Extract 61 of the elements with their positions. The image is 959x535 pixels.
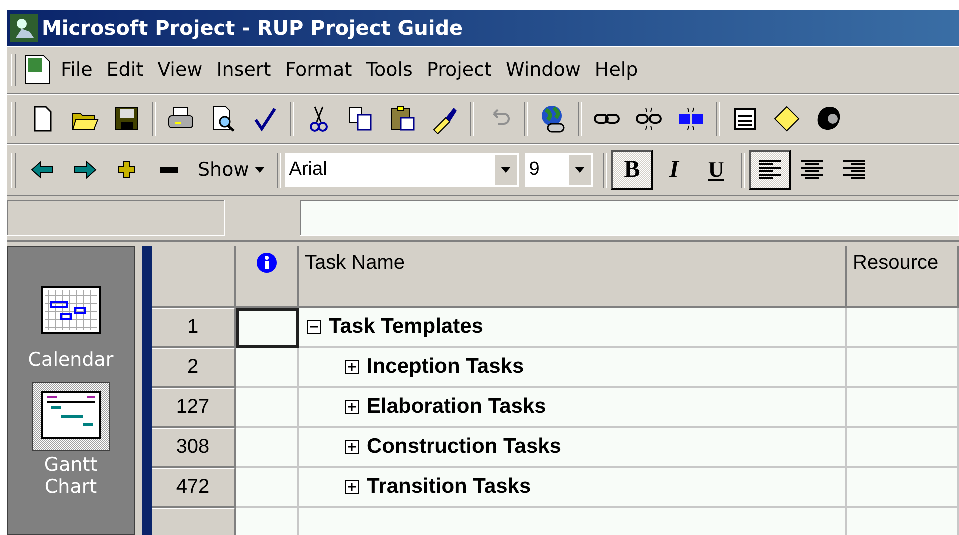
task-name: Construction Tasks xyxy=(367,435,562,459)
show-button[interactable]: Show xyxy=(190,159,274,181)
column-header[interactable]: Task Name xyxy=(299,246,847,308)
task-name-cell[interactable]: Construction Tasks xyxy=(299,428,847,468)
menu-item[interactable]: Insert xyxy=(210,59,278,81)
expand-icon[interactable] xyxy=(345,440,359,454)
indicator-cell[interactable] xyxy=(236,348,299,388)
collapse-icon[interactable] xyxy=(307,320,321,334)
task-name: Inception Tasks xyxy=(367,355,524,379)
resource-cell[interactable] xyxy=(847,428,959,468)
dropdown-arrow-icon xyxy=(501,167,512,173)
view-bar-item[interactable]: Calendar xyxy=(26,277,116,372)
row-number[interactable]: 308 xyxy=(152,428,236,468)
task-name: Elaboration Tasks xyxy=(367,395,546,419)
column-header[interactable]: Resource xyxy=(847,246,959,308)
menu-item[interactable]: View xyxy=(150,59,210,81)
font-field[interactable]: Arial xyxy=(285,153,520,187)
indicator-cell[interactable] xyxy=(236,468,299,508)
menu-item[interactable]: File xyxy=(54,59,100,81)
resource-cell[interactable] xyxy=(847,308,959,348)
expand-icon[interactable] xyxy=(345,480,359,494)
menu-item[interactable]: Tools xyxy=(359,59,420,81)
italic-button[interactable]: I xyxy=(653,150,696,190)
align-left-button[interactable] xyxy=(749,150,792,190)
row-number[interactable]: 127 xyxy=(152,388,236,428)
row-number[interactable]: 1 xyxy=(152,308,236,348)
indicator-cell[interactable] xyxy=(236,388,299,428)
minus-icon xyxy=(160,167,178,173)
calendar-icon xyxy=(41,286,101,334)
font-size-field[interactable]: 9 xyxy=(525,153,594,187)
menu-item[interactable]: Edit xyxy=(100,59,151,81)
expand-icon[interactable] xyxy=(345,360,359,374)
name-box[interactable] xyxy=(7,200,225,236)
task-name-cell[interactable]: Elaboration Tasks xyxy=(299,388,847,428)
indicator-cell[interactable] xyxy=(236,308,299,348)
menu-item[interactable]: Window xyxy=(498,59,588,81)
row-number[interactable]: 2 xyxy=(152,348,236,388)
gantt-chart-icon xyxy=(41,390,101,439)
task-name-cell[interactable]: Transition Tasks xyxy=(299,468,847,508)
row-number[interactable]: 472 xyxy=(152,468,236,508)
task-name-cell[interactable]: Task Templates xyxy=(299,308,847,348)
resource-cell[interactable] xyxy=(847,348,959,388)
column-header[interactable] xyxy=(236,246,299,308)
bold-button[interactable]: B xyxy=(611,150,654,190)
underline-button[interactable]: U xyxy=(695,150,738,190)
entry-field[interactable] xyxy=(300,200,959,236)
dropdown-arrow-icon xyxy=(255,167,266,173)
menu-item[interactable]: Format xyxy=(278,59,360,81)
resource-cell[interactable] xyxy=(847,468,959,508)
indicator-cell[interactable] xyxy=(236,428,299,468)
menu-item[interactable]: Project xyxy=(420,59,499,81)
dropdown-arrow-icon xyxy=(575,167,586,173)
task-name: Transition Tasks xyxy=(367,475,532,499)
menu-item[interactable]: Help xyxy=(588,59,646,81)
app-icon xyxy=(10,14,38,42)
window-title: Microsoft Project - RUP Project Guide xyxy=(42,16,464,40)
resource-cell[interactable] xyxy=(847,388,959,428)
task-name: Task Templates xyxy=(329,315,484,339)
info-icon xyxy=(256,252,278,274)
expand-icon[interactable] xyxy=(345,400,359,414)
task-name-cell[interactable]: Inception Tasks xyxy=(299,348,847,388)
